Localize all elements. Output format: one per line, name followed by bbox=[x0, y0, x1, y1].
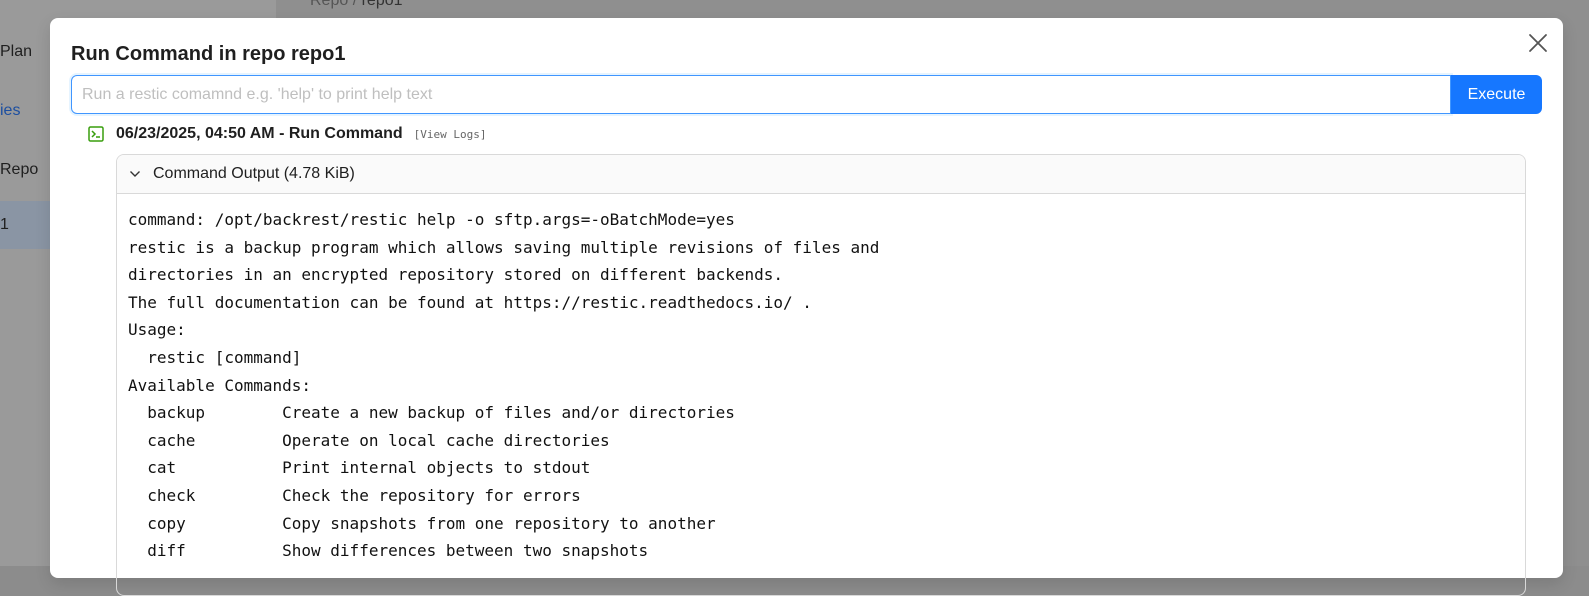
operation-header: 06/23/2025, 04:50 AM - Run Command [View… bbox=[88, 124, 486, 144]
output-line: backup Create a new backup of files and/… bbox=[128, 403, 735, 423]
run-command-modal: Run Command in repo repo1 Execute 06/23/… bbox=[50, 18, 1563, 596]
command-output-header[interactable]: Command Output (4.78 KiB) bbox=[117, 155, 1525, 194]
output-line: Available Commands: bbox=[128, 375, 312, 395]
sidebar-item-plan[interactable]: Plan bbox=[0, 43, 32, 61]
operation-title: 06/23/2025, 04:50 AM - Run Command bbox=[116, 125, 403, 142]
breadcrumb-separator: / bbox=[348, 0, 362, 9]
command-row: Execute bbox=[71, 75, 1542, 114]
close-icon bbox=[1529, 34, 1547, 52]
output-line: copy Copy snapshots from one repository … bbox=[128, 513, 716, 533]
sidebar-item-selected-label: 1 bbox=[0, 216, 9, 233]
command-output-text: command: /opt/backrest/restic help -o sf… bbox=[117, 194, 1525, 565]
terminal-icon bbox=[88, 126, 104, 142]
output-line: restic is a backup program which allows … bbox=[128, 237, 880, 257]
close-button[interactable] bbox=[1527, 32, 1549, 54]
view-logs-link[interactable]: [View Logs] bbox=[414, 128, 487, 141]
output-line: check Check the repository for errors bbox=[128, 485, 581, 505]
command-output-label: Command Output (4.78 KiB) bbox=[153, 165, 355, 182]
output-line: cat Print internal objects to stdout bbox=[128, 458, 591, 478]
command-input[interactable] bbox=[71, 75, 1451, 114]
output-line: directories in an encrypted repository s… bbox=[128, 265, 784, 285]
output-line: command: /opt/backrest/restic help -o sf… bbox=[128, 210, 735, 229]
breadcrumb-root[interactable]: Repo bbox=[310, 0, 348, 9]
command-output-panel: Command Output (4.78 KiB) command: /opt/… bbox=[116, 154, 1526, 596]
output-line: The full documentation can be found at h… bbox=[128, 292, 812, 312]
output-line: restic [command] bbox=[128, 347, 302, 367]
output-line: diff Show differences between two snapsh… bbox=[128, 541, 649, 561]
modal-title: Run Command in repo repo1 bbox=[71, 43, 346, 65]
sidebar-item-repositories[interactable]: ies bbox=[0, 102, 20, 120]
sidebar-item-add-repo[interactable]: Repo bbox=[0, 161, 38, 179]
output-line: cache Operate on local cache directories bbox=[128, 430, 610, 450]
breadcrumb-current: repo1 bbox=[361, 0, 403, 9]
breadcrumb: Repo / repo1 bbox=[310, 0, 403, 10]
execute-button[interactable]: Execute bbox=[1451, 75, 1542, 114]
chevron-down-icon bbox=[130, 171, 140, 177]
output-line: Usage: bbox=[128, 320, 186, 340]
